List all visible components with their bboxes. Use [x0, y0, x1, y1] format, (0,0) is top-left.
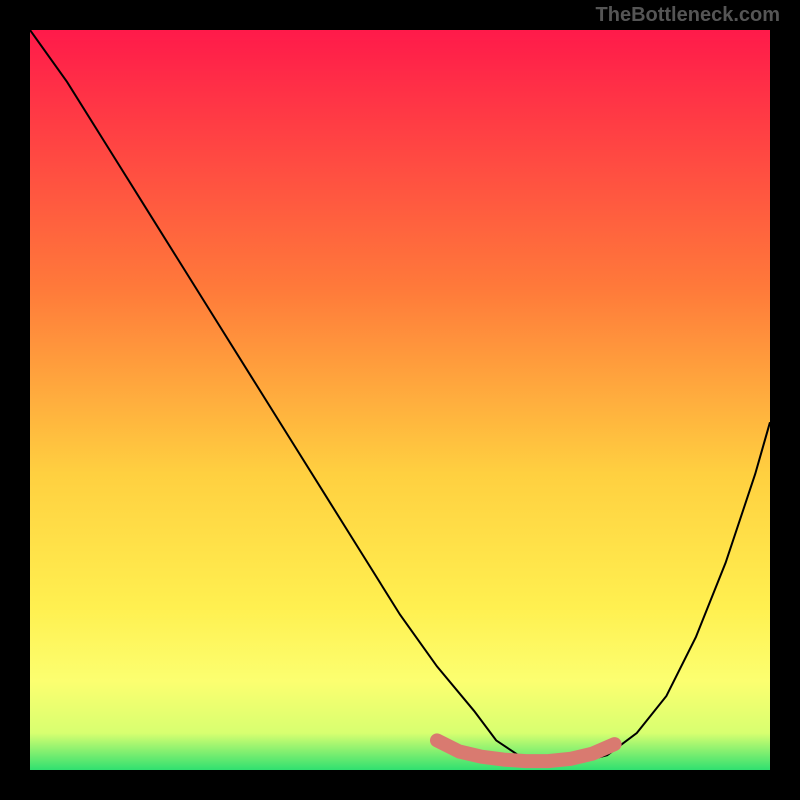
chart-container: TheBottleneck.com: [0, 0, 800, 800]
gradient-background: [30, 30, 770, 770]
plot-area: [30, 30, 770, 770]
attribution-text: TheBottleneck.com: [596, 4, 780, 27]
chart-svg: [30, 30, 770, 770]
